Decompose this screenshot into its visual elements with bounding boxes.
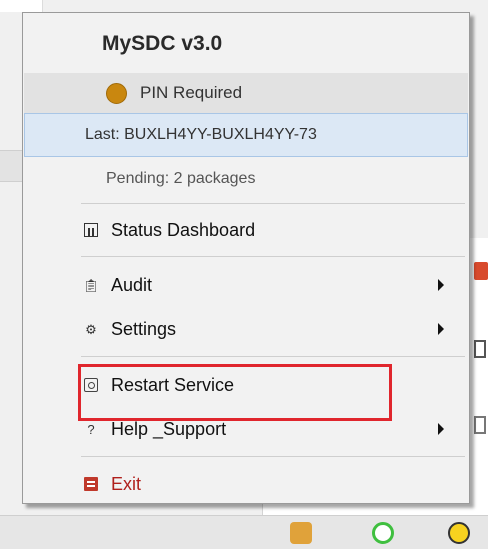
- menu-item-restart-service[interactable]: Restart Service: [24, 365, 468, 405]
- gear-icon: ⚙: [85, 321, 97, 337]
- background-window: [0, 0, 43, 12]
- menu-item-label: Settings: [111, 318, 177, 339]
- menu-title: MySDC v3.0: [24, 13, 468, 75]
- submenu-arrow-icon: [438, 323, 444, 335]
- menu-item-label: Help _Support: [111, 418, 227, 439]
- menu-separator: [81, 456, 465, 457]
- menu-item-label: Status Dashboard: [111, 219, 256, 240]
- tray-app-icon[interactable]: [290, 522, 312, 544]
- menu-separator: [81, 203, 465, 204]
- menu-item-help-support[interactable]: ? Help _Support: [24, 409, 468, 449]
- pending-label: Pending: 2 packages: [106, 170, 256, 187]
- restart-icon: [84, 378, 98, 392]
- taskbar: [0, 515, 488, 549]
- background-app-icon: [474, 416, 486, 434]
- help-icon: ?: [87, 421, 95, 437]
- submenu-arrow-icon: [438, 279, 444, 291]
- menu-item-audit[interactable]: 📋︎ Audit: [24, 265, 468, 305]
- last-entry-row: Last: BUXLH4YY-BUXLH4YY-73: [24, 113, 468, 157]
- pending-row: Pending: 2 packages: [24, 157, 468, 201]
- menu-separator: [81, 256, 465, 257]
- background-toolbar-strip: [0, 150, 22, 182]
- status-dot-icon: [106, 82, 127, 104]
- menu-item-label: Audit: [111, 274, 153, 295]
- background-app-icon: [474, 262, 488, 280]
- clipboard-icon: 📋︎: [82, 277, 100, 293]
- last-entry-label: Last: BUXLH4YY-BUXLH4YY-73: [85, 126, 317, 143]
- menu-item-label: Exit: [111, 473, 142, 494]
- exit-icon: [84, 477, 98, 491]
- menu-item-status-dashboard[interactable]: Status Dashboard: [24, 210, 468, 250]
- chart-icon: [84, 223, 98, 237]
- menu-separator: [81, 356, 465, 357]
- submenu-arrow-icon: [438, 423, 444, 435]
- pin-status-label: PIN Required: [140, 83, 243, 102]
- tray-context-menu: MySDC v3.0 PIN Required Last: BUXLH4YY-B…: [22, 12, 470, 504]
- pin-status-row: PIN Required: [24, 73, 468, 113]
- background-app-icon: [474, 340, 486, 358]
- menu-item-exit[interactable]: Exit: [24, 464, 468, 504]
- menu-item-settings[interactable]: ⚙ Settings: [24, 309, 468, 349]
- menu-item-label: Restart Service: [111, 374, 235, 395]
- tray-chat-icon[interactable]: [372, 522, 394, 544]
- tray-status-icon[interactable]: [448, 522, 470, 544]
